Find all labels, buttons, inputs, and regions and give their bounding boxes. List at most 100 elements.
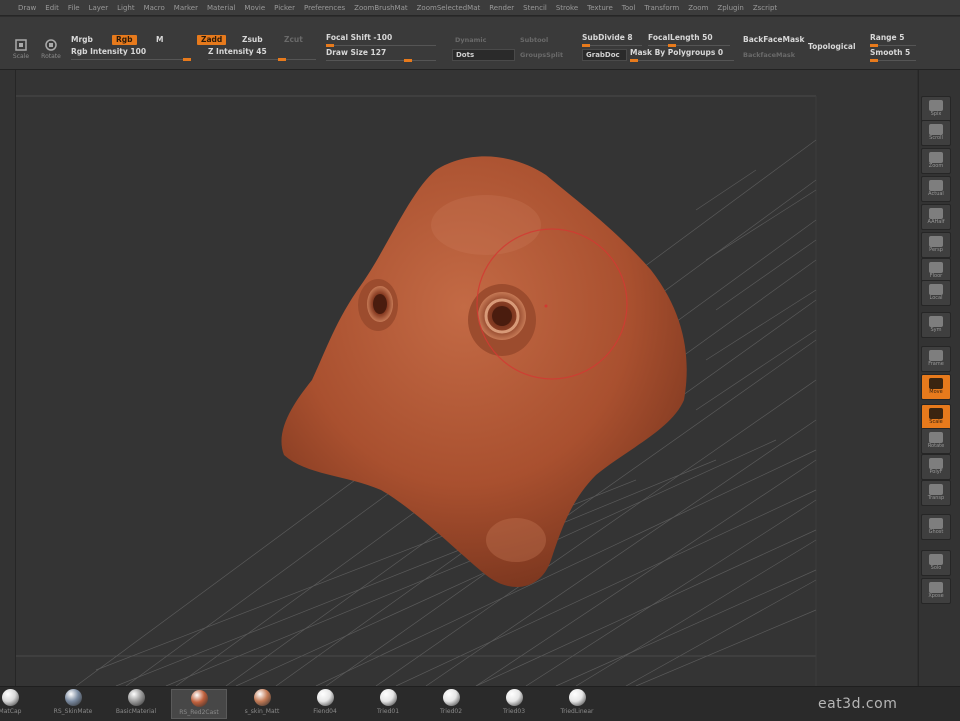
material-rs_red2cast[interactable]: RS_Red2Cast: [171, 689, 227, 719]
menu-item-transform[interactable]: Transform: [644, 4, 679, 12]
material-triedlinear[interactable]: TriedLinear: [549, 689, 605, 719]
material-label: Tried03: [502, 708, 526, 715]
menu-item-file[interactable]: File: [68, 4, 80, 12]
rotate-button[interactable]: Rotate: [38, 31, 64, 65]
material-sphere-icon: [505, 689, 523, 706]
viewport[interactable]: [16, 70, 917, 686]
menu-item-zoombrushmat[interactable]: ZoomBrushMat: [354, 4, 407, 12]
spix-icon: [929, 100, 943, 111]
menu-item-texture[interactable]: Texture: [587, 4, 613, 12]
smooth-knob[interactable]: [870, 59, 878, 62]
subdivide-knob[interactable]: [582, 44, 590, 47]
tray-button-move[interactable]: Move: [921, 374, 951, 400]
aahalf-icon: [929, 208, 943, 219]
tray-button-aahalf[interactable]: AAHalf: [921, 204, 951, 230]
subdivide-slider[interactable]: SubDivide 8: [582, 33, 642, 47]
smooth-slider[interactable]: Smooth 5: [870, 48, 916, 62]
range-knob[interactable]: [870, 44, 878, 47]
mrgb-toggle[interactable]: Mrgb: [71, 35, 93, 45]
menu-item-movie[interactable]: Movie: [244, 4, 265, 12]
material-s_skin_matt[interactable]: s_skin_Matt: [234, 689, 290, 719]
menu-item-preferences[interactable]: Preferences: [304, 4, 345, 12]
material-matcap[interactable]: MatCap: [0, 689, 38, 719]
material-tried02[interactable]: Tried02: [423, 689, 479, 719]
material-basicmaterial[interactable]: BasicMaterial: [108, 689, 164, 719]
backfacemask-toggle[interactable]: BackFaceMask: [743, 35, 804, 45]
tray-button-label: Move: [929, 389, 943, 395]
material-fiend04[interactable]: Fiend04: [297, 689, 353, 719]
z-intensity-knob[interactable]: [278, 58, 286, 61]
floor-icon: [929, 262, 943, 273]
menu-item-zoom[interactable]: Zoom: [688, 4, 708, 12]
menu-item-stroke[interactable]: Stroke: [556, 4, 578, 12]
draw-size-slider[interactable]: Draw Size 127: [326, 48, 436, 62]
menu-item-layer[interactable]: Layer: [89, 4, 109, 12]
mask-by-polygroups-knob[interactable]: [630, 59, 638, 62]
tray-button-transp[interactable]: Transp: [921, 480, 951, 506]
rgb-intensity-knob[interactable]: [183, 58, 191, 61]
tray-button-label: Xpose: [928, 593, 944, 599]
grabdoc-button[interactable]: GrabDoc: [582, 49, 627, 61]
menu-item-tool[interactable]: Tool: [622, 4, 636, 12]
tray-button-ghost[interactable]: Ghost: [921, 514, 951, 540]
document-canvas[interactable]: [16, 70, 917, 686]
tray-button-xpose[interactable]: Xpose: [921, 578, 951, 604]
tray-button-scale[interactable]: Scale: [921, 404, 951, 430]
menu-item-zoomselectedmat[interactable]: ZoomSelectedMat: [417, 4, 481, 12]
menu-item-marker[interactable]: Marker: [174, 4, 198, 12]
menu-item-macro[interactable]: Macro: [144, 4, 165, 12]
material-label: MatCap: [0, 708, 22, 715]
tray-button-sym[interactable]: Sym: [921, 312, 951, 338]
groupsplit-toggle[interactable]: GroupsSplit: [520, 50, 563, 60]
tray-button-solo[interactable]: Solo: [921, 550, 951, 576]
material-tried03[interactable]: Tried03: [486, 689, 542, 719]
menu-item-edit[interactable]: Edit: [45, 4, 59, 12]
tray-button-rotate[interactable]: Rotate: [921, 428, 951, 454]
z-intensity-slider[interactable]: Z Intensity 45: [208, 47, 316, 61]
menu-item-material[interactable]: Material: [207, 4, 235, 12]
tray-button-scroll[interactable]: Scroll: [921, 120, 951, 146]
material-sphere-icon: [1, 689, 19, 706]
tray-button-zoom[interactable]: Zoom: [921, 148, 951, 174]
menu-item-picker[interactable]: Picker: [274, 4, 295, 12]
menu-item-zscript[interactable]: Zscript: [753, 4, 777, 12]
material-label: s_skin_Matt: [244, 708, 280, 715]
menu-item-light[interactable]: Light: [117, 4, 134, 12]
scale-button[interactable]: Scale: [8, 31, 34, 65]
dots-field[interactable]: Dots: [452, 49, 515, 61]
material-tried01[interactable]: Tried01: [360, 689, 416, 719]
mask-by-polygroups-slider[interactable]: Mask By Polygroups 0: [630, 48, 734, 62]
material-rs_skinmate[interactable]: RS_SkinMate: [45, 689, 101, 719]
range-slider[interactable]: Range 5: [870, 33, 916, 47]
tray-button-persp[interactable]: Persp: [921, 232, 951, 258]
dynamic-toggle[interactable]: Dynamic: [455, 35, 487, 45]
focal-shift-knob[interactable]: [326, 44, 334, 47]
menu-item-zplugin[interactable]: Zplugin: [717, 4, 743, 12]
rgb-toggle[interactable]: Rgb: [112, 35, 137, 45]
focal-length-slider[interactable]: FocalLength 50: [648, 33, 730, 47]
range-label: Range 5: [870, 33, 905, 42]
tray-button-actual[interactable]: Actual: [921, 176, 951, 202]
tray-button-polyf[interactable]: PolyF: [921, 454, 951, 480]
m-toggle[interactable]: M: [156, 35, 163, 45]
tray-button-spix[interactable]: Spix: [921, 96, 951, 122]
material-label: Tried02: [439, 708, 463, 715]
menu-item-stencil[interactable]: Stencil: [523, 4, 547, 12]
menu-item-draw[interactable]: Draw: [18, 4, 36, 12]
rgb-intensity-slider[interactable]: Rgb Intensity 100: [71, 47, 191, 61]
tray-button-local[interactable]: Local: [921, 280, 951, 306]
scale-icon: [13, 37, 29, 51]
subtool-toggle[interactable]: Subtool: [520, 35, 548, 45]
topological-toggle[interactable]: Topological: [808, 42, 856, 52]
tray-button-frame[interactable]: Frame: [921, 346, 951, 372]
backfacemask-secondary-toggle[interactable]: BackfaceMask: [743, 50, 795, 60]
scroll-icon: [929, 124, 943, 135]
draw-size-knob[interactable]: [404, 59, 412, 62]
focal-length-knob[interactable]: [668, 44, 676, 47]
focal-shift-slider[interactable]: Focal Shift -100: [326, 33, 436, 47]
zsub-toggle[interactable]: Zsub: [242, 35, 263, 45]
zadd-toggle[interactable]: Zadd: [197, 35, 227, 45]
material-sphere-icon: [64, 689, 82, 706]
menu-item-render[interactable]: Render: [489, 4, 514, 12]
zcut-toggle[interactable]: Zcut: [284, 35, 303, 45]
